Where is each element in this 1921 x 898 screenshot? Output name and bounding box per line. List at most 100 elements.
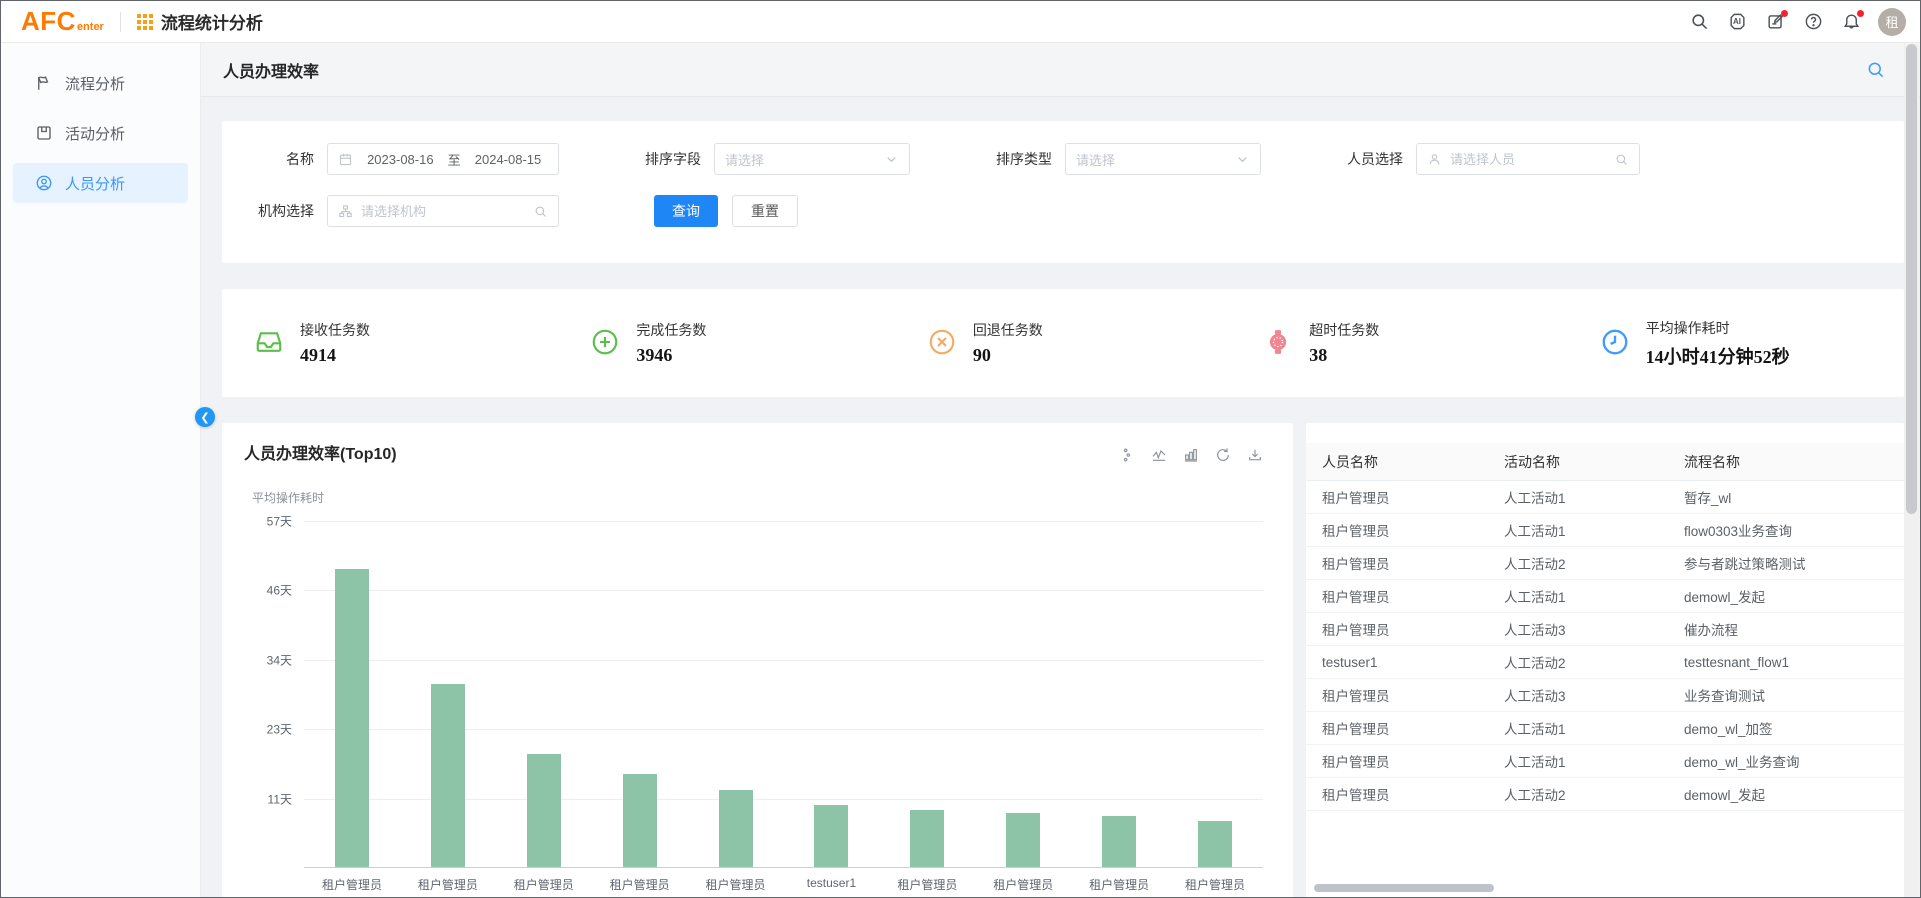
table-header-row: 人员名称活动名称流程名称 [1306, 443, 1904, 481]
table-cell: 人工活动3 [1488, 619, 1668, 639]
person-icon [1427, 152, 1442, 167]
sort-field-select[interactable]: 请选择 [714, 143, 910, 175]
sidebar-item-personnel-analysis[interactable]: 人员分析 [13, 163, 188, 203]
table-cell: 催办流程 [1668, 619, 1904, 639]
chart-bar[interactable] [623, 774, 657, 867]
sort-field-label: 排序字段 [621, 149, 701, 169]
logo-sub-text: enter [77, 21, 104, 33]
stat-label: 完成任务数 [636, 320, 706, 340]
bar-chart-icon[interactable] [1183, 447, 1199, 463]
download-icon[interactable] [1247, 447, 1263, 463]
table-cell: 人工活动1 [1488, 520, 1668, 540]
chart-bar[interactable] [431, 684, 465, 867]
afc-logo[interactable]: AFC enter [21, 6, 104, 37]
ai-icon-label: AI [1733, 17, 1741, 26]
ai-assistant-icon[interactable]: AI [1726, 11, 1748, 33]
name-filter-label: 名称 [234, 149, 314, 169]
stopwatch-icon [1263, 327, 1295, 359]
x-axis-label: 租户管理员 [1071, 876, 1167, 893]
window-scrollbar-thumb[interactable] [1906, 44, 1917, 514]
date-range-picker[interactable]: 至 [327, 143, 559, 175]
sidebar-item-activity-analysis[interactable]: 活动分析 [13, 113, 188, 153]
sort-type-label: 排序类型 [972, 149, 1052, 169]
org-search-field[interactable] [361, 204, 525, 219]
table-cell: 人工活动2 [1488, 784, 1668, 804]
table-cell: 参与者跳过策略测试 [1668, 553, 1904, 573]
query-button[interactable]: 查询 [654, 195, 718, 227]
nav-divider [120, 12, 121, 32]
chart-bar[interactable] [1102, 816, 1136, 867]
memo-badge [1781, 10, 1788, 17]
sort-type-select[interactable]: 请选择 [1065, 143, 1261, 175]
y-axis-name: 平均操作耗时 [252, 489, 324, 506]
sidebar-item-label: 人员分析 [65, 173, 125, 194]
table-row: 租户管理员人工活动1demo_wl_业务查询 [1306, 745, 1904, 778]
page-header: 人员办理效率 [201, 43, 1920, 97]
stat-average-duration: 平均操作耗时 14小时41分钟52秒 [1568, 318, 1904, 369]
stat-completed-tasks: 完成任务数 3946 [558, 320, 894, 366]
line-chart-icon[interactable] [1151, 447, 1167, 463]
table-row: 租户管理员人工活动2参与者跳过策略测试 [1306, 547, 1904, 580]
x-axis-label: testuser1 [784, 876, 880, 890]
table-cell: 人工活动2 [1488, 652, 1668, 672]
org-select-input[interactable] [327, 195, 559, 227]
efficiency-table-panel: 人员名称活动名称流程名称 租户管理员人工活动1暂存_wl租户管理员人工活动1fl… [1306, 423, 1904, 897]
sidebar: 流程分析 活动分析 人员分析 [1, 43, 201, 897]
table-cell: testtesnant_flow1 [1668, 655, 1904, 670]
dots-icon[interactable] [1119, 447, 1135, 463]
search-icon [533, 204, 548, 219]
refresh-icon[interactable] [1215, 447, 1231, 463]
search-icon[interactable] [1688, 11, 1710, 33]
chart-bar[interactable] [1006, 813, 1040, 867]
y-axis-tick: 46天 [267, 582, 292, 599]
help-icon[interactable] [1802, 11, 1824, 33]
table-cell: 租户管理员 [1306, 553, 1488, 573]
app-window: AFC enter 流程统计分析 AI [0, 0, 1921, 898]
org-select-label: 机构选择 [234, 201, 314, 221]
bell-icon[interactable] [1840, 11, 1862, 33]
app-title-text: 流程统计分析 [161, 9, 263, 34]
chart-bar[interactable] [1198, 821, 1232, 867]
plus-circle-icon [590, 327, 622, 359]
sidebar-item-process-analysis[interactable]: 流程分析 [13, 63, 188, 103]
stat-value: 90 [973, 345, 1043, 366]
x-axis-label: 租户管理员 [1167, 876, 1263, 893]
person-select-label: 人员选择 [1323, 149, 1403, 169]
y-axis-tick: 23天 [267, 721, 292, 738]
avatar[interactable]: 租 [1878, 8, 1906, 36]
reset-button[interactable]: 重置 [732, 195, 798, 227]
calendar-icon [338, 152, 353, 167]
stats-panel: 接收任务数 4914 完成任务数 3946 [222, 289, 1904, 397]
table-cell: 人工活动2 [1488, 553, 1668, 573]
person-select-input[interactable] [1416, 143, 1640, 175]
chart-bar[interactable] [814, 805, 848, 867]
stat-value: 38 [1309, 345, 1379, 366]
stat-label: 接收任务数 [300, 320, 370, 340]
page-search-icon[interactable] [1866, 60, 1886, 80]
table-row: 租户管理员人工活动1demowl_发起 [1306, 580, 1904, 613]
page-title: 人员办理效率 [223, 58, 319, 82]
chart-bar[interactable] [910, 810, 944, 867]
bookmark-icon [35, 124, 53, 142]
person-search-field[interactable] [1450, 152, 1606, 167]
table-horizontal-scrollbar[interactable] [1314, 884, 1494, 892]
chevron-down-icon [884, 152, 899, 167]
table-cell: 租户管理员 [1306, 520, 1488, 540]
sidebar-item-label: 活动分析 [65, 123, 125, 144]
chart-bar[interactable] [719, 790, 753, 867]
y-axis-tick: 34天 [267, 651, 292, 668]
table-cell: 租户管理员 [1306, 751, 1488, 771]
table-cell: demo_wl_业务查询 [1668, 751, 1904, 771]
chart-bar[interactable] [335, 569, 369, 867]
table-cell: 租户管理员 [1306, 685, 1488, 705]
chart-bar[interactable] [527, 754, 561, 867]
x-axis-label: 租户管理员 [496, 876, 592, 893]
date-end-input[interactable] [468, 152, 548, 167]
sidebar-collapse-button[interactable]: ❮ [195, 407, 215, 427]
table-cell: 人工活动1 [1488, 487, 1668, 507]
avatar-text: 租 [1885, 12, 1898, 31]
memo-icon[interactable] [1764, 11, 1786, 33]
x-axis-label: 租户管理员 [400, 876, 496, 893]
date-start-input[interactable] [360, 152, 440, 167]
main-content: 人员办理效率 名称 至 [201, 43, 1920, 897]
